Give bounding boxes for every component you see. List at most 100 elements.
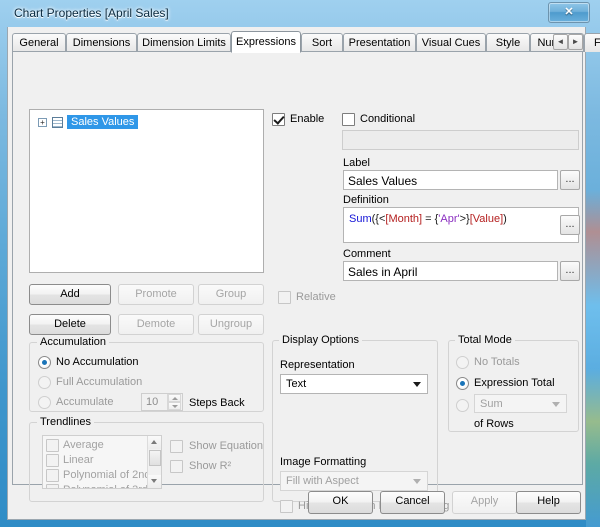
grid-icon xyxy=(52,117,63,128)
definition-token-field-month: [Month] xyxy=(385,213,423,225)
total-mode-group-title: Total Mode xyxy=(455,334,515,346)
title-bar: Chart Properties [April Sales] ✕ xyxy=(0,0,600,27)
trendline-average-label: Average xyxy=(63,439,104,451)
enable-checkbox[interactable] xyxy=(272,113,285,126)
trendlines-scrollbar[interactable] xyxy=(147,436,161,488)
label-input[interactable]: Sales Values xyxy=(343,170,558,190)
scrollbar-thumb[interactable] xyxy=(149,450,161,466)
image-formatting-value: Fill with Aspect xyxy=(286,475,359,487)
steps-back-spin-buttons xyxy=(167,394,182,410)
definition-token-close-paren: ) xyxy=(503,213,507,225)
steps-back-stepper: 10 xyxy=(141,393,183,411)
definition-token-eq: = { xyxy=(422,213,439,225)
comment-caption: Comment xyxy=(343,248,391,260)
trendline-average-checkbox xyxy=(46,439,59,452)
tab-general[interactable]: General xyxy=(12,33,66,52)
dialog-button-bar: OK Cancel Apply Help xyxy=(8,487,585,518)
radio-no-accumulation[interactable] xyxy=(38,356,51,369)
apply-button: Apply xyxy=(452,491,517,514)
scroll-up-icon[interactable] xyxy=(148,436,161,449)
comment-ellipsis-button[interactable]: ... xyxy=(560,261,580,281)
show-r2-label: Show R² xyxy=(189,460,232,472)
tab-style[interactable]: Style xyxy=(486,33,530,52)
aggregation-value: Sum xyxy=(480,398,503,410)
trendline-poly2-label: Polynomial of 2nd d xyxy=(63,469,160,481)
representation-caption: Representation xyxy=(280,359,355,371)
representation-select[interactable]: Text xyxy=(280,374,428,394)
add-button[interactable]: Add xyxy=(29,284,111,305)
conditional-label: Conditional xyxy=(360,113,416,125)
label-ellipsis-button[interactable]: ... xyxy=(560,170,580,190)
promote-button: Promote xyxy=(118,284,194,305)
expression-tree[interactable]: + Sales Values xyxy=(29,109,264,273)
dialog-window: Chart Properties [April Sales] ✕ General… xyxy=(0,0,600,527)
window-glass-edge xyxy=(586,0,600,527)
radio-accumulate-label: Accumulate xyxy=(56,396,114,408)
definition-token-literal-apr: 'Apr' xyxy=(438,213,460,225)
radio-expression-total-label: Expression Total xyxy=(474,377,555,389)
tab-dimensions[interactable]: Dimensions xyxy=(66,33,137,52)
definition-token-function: Sum xyxy=(349,213,372,225)
dialog-client-area: General Dimensions Dimension Limits Expr… xyxy=(7,27,600,520)
label-caption: Label xyxy=(343,157,370,169)
chevron-down-icon xyxy=(552,401,560,407)
tab-font[interactable]: Font xyxy=(584,33,600,52)
chevron-down-icon xyxy=(413,382,421,387)
radio-accumulate xyxy=(38,396,51,409)
radio-full-accumulation xyxy=(38,376,51,389)
relative-label: Relative xyxy=(296,291,336,303)
steps-back-label: Steps Back xyxy=(189,397,245,409)
comment-input[interactable]: Sales in April xyxy=(343,261,558,281)
tab-sort[interactable]: Sort xyxy=(301,33,343,52)
delete-button[interactable]: Delete xyxy=(29,314,111,335)
steps-back-value: 10 xyxy=(146,396,159,408)
radio-no-totals[interactable] xyxy=(456,356,469,369)
ungroup-button: Ungroup xyxy=(198,314,264,335)
group-button: Group xyxy=(198,284,264,305)
conditional-input xyxy=(342,130,579,150)
cancel-button[interactable]: Cancel xyxy=(380,491,445,514)
tab-scroll-right-icon[interactable]: ► xyxy=(568,34,583,50)
ok-button[interactable]: OK xyxy=(308,491,373,514)
tab-dimension-limits[interactable]: Dimension Limits xyxy=(137,33,231,52)
show-equation-checkbox xyxy=(170,440,183,453)
radio-no-totals-label: No Totals xyxy=(474,356,520,368)
of-rows-label: of Rows xyxy=(474,418,514,430)
definition-ellipsis-button[interactable]: ... xyxy=(560,215,580,235)
demote-button: Demote xyxy=(118,314,194,335)
chevron-down-icon xyxy=(413,479,421,484)
image-formatting-caption: Image Formatting xyxy=(280,456,367,468)
tree-expander-icon[interactable]: + xyxy=(38,118,47,127)
tab-strip: General Dimensions Dimension Limits Expr… xyxy=(12,31,600,53)
spin-up-icon xyxy=(168,394,181,402)
tab-presentation[interactable]: Presentation xyxy=(343,33,416,52)
definition-caption: Definition xyxy=(343,194,389,206)
radio-no-accumulation-label: No Accumulation xyxy=(56,356,139,368)
definition-input[interactable]: Sum({<[Month] = {'Apr'>}[Value]) xyxy=(343,207,579,243)
conditional-checkbox[interactable] xyxy=(342,113,355,126)
representation-value: Text xyxy=(286,378,307,390)
window-title: Chart Properties [April Sales] xyxy=(14,6,169,20)
trendlines-group-title: Trendlines xyxy=(37,416,94,428)
definition-token-field-value: [Value] xyxy=(469,213,504,225)
show-r2-checkbox xyxy=(170,460,183,473)
close-icon[interactable]: ✕ xyxy=(548,2,590,23)
tab-scroll-left-icon[interactable]: ◄ xyxy=(553,34,568,50)
tab-expressions[interactable]: Expressions xyxy=(231,31,301,53)
accumulation-group-title: Accumulation xyxy=(37,336,110,348)
trendline-linear-label: Linear xyxy=(63,454,94,466)
trendline-poly2-checkbox xyxy=(46,469,59,482)
tab-visual-cues[interactable]: Visual Cues xyxy=(416,33,486,52)
help-button[interactable]: Help xyxy=(516,491,581,514)
enable-label: Enable xyxy=(290,113,325,125)
radio-full-accumulation-label: Full Accumulation xyxy=(56,376,143,388)
trendlines-list[interactable]: Average Linear Polynomial of 2nd d Polyn… xyxy=(42,435,162,489)
definition-token-close-set: >} xyxy=(459,213,470,225)
tree-item-sales-values[interactable]: Sales Values xyxy=(67,115,139,129)
definition-token-open: ({< xyxy=(371,213,386,225)
expressions-panel: + Sales Values Add Promote Group Delete … xyxy=(12,51,583,513)
display-options-group-title: Display Options xyxy=(279,334,363,346)
radio-aggregation-total[interactable] xyxy=(456,399,469,412)
radio-expression-total[interactable] xyxy=(456,377,469,390)
trendline-linear-checkbox xyxy=(46,454,59,467)
